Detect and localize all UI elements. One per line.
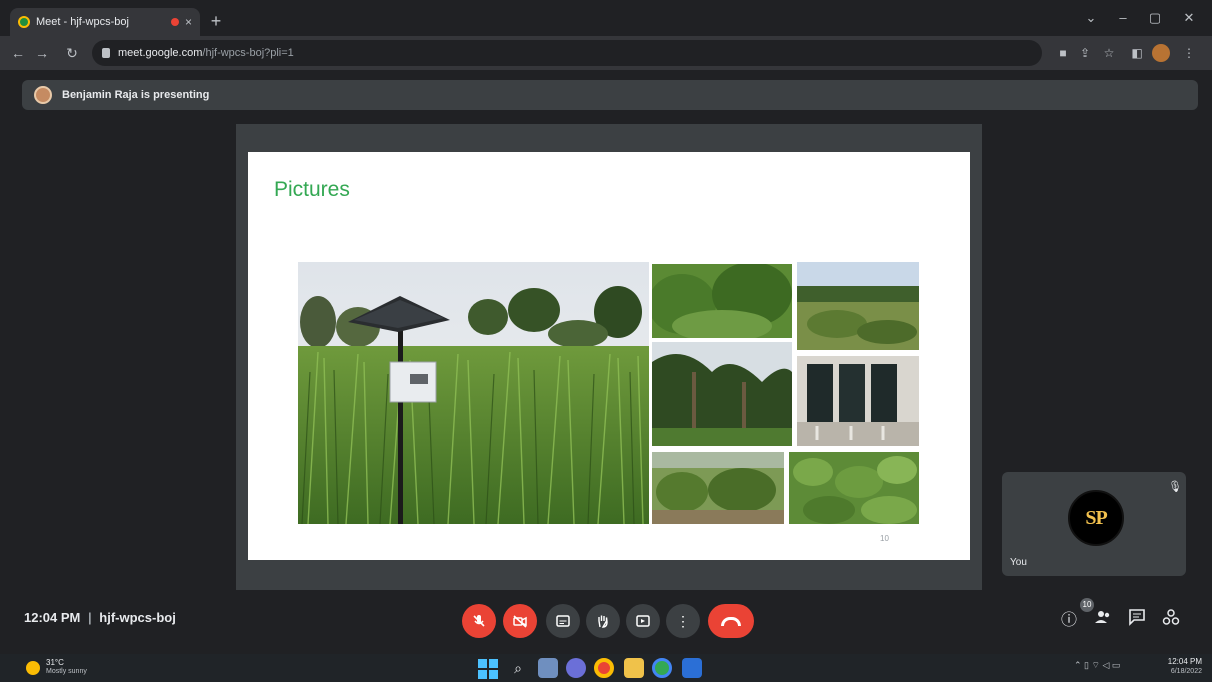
tab-close-button[interactable]: × [185, 15, 192, 29]
chat-button[interactable] [1124, 608, 1150, 634]
reload-button[interactable]: ↻ [62, 43, 82, 63]
photo-coconut-palms [652, 342, 792, 446]
maximize-button[interactable]: ▢ [1140, 6, 1170, 30]
slide-page-number: 10 [880, 534, 889, 543]
present-screen-icon [636, 615, 650, 627]
captions-icon [556, 615, 570, 627]
word-icon[interactable] [682, 658, 702, 678]
leave-call-button[interactable] [708, 604, 754, 638]
minimize-button[interactable]: – [1108, 6, 1138, 30]
photo-field-trees [797, 262, 919, 350]
photo-garden-nursery [652, 452, 784, 524]
mic-off-button[interactable] [462, 604, 496, 638]
url-host: meet.google.com [118, 47, 203, 59]
chrome-icon[interactable] [594, 658, 614, 678]
photo-green-shrubs [652, 264, 792, 338]
meeting-time: 12:04 PM [24, 610, 81, 625]
activities-icon [1162, 609, 1180, 625]
browser-tab[interactable]: Meet - hjf-wpcs-boj × [10, 8, 200, 36]
photo-water-tanks [797, 356, 919, 446]
address-bar[interactable]: meet.google.com /hjf-wpcs-boj?pli=1 [92, 40, 1042, 66]
system-tray-icons[interactable]: ⌃ ▯ ⌔ ◁ ▭ [1074, 660, 1120, 671]
search-icon[interactable]: ⌕ [508, 658, 528, 678]
presenter-avatar [34, 86, 52, 104]
self-mic-muted-icon: 🎙 [1168, 481, 1182, 493]
meeting-info-separator: | [88, 610, 92, 625]
weather-temperature: 31°C [46, 658, 64, 667]
teams-chat-icon[interactable] [566, 658, 586, 678]
windows-start-icon[interactable] [478, 659, 498, 679]
back-button[interactable]: ← [8, 43, 28, 63]
self-tile-label: You [1010, 557, 1027, 568]
tab-search-button[interactable]: ⌄ [1076, 6, 1106, 30]
close-window-button[interactable]: ✕ [1174, 6, 1204, 30]
photo-leafy-crop [789, 452, 919, 524]
present-screen-button[interactable] [626, 604, 660, 638]
file-explorer-icon[interactable] [624, 658, 644, 678]
task-view-icon[interactable] [538, 658, 558, 678]
raise-hand-button[interactable] [586, 604, 620, 638]
chat-icon [1129, 609, 1145, 626]
meeting-info: 12:04 PM | hjf-wpcs-boj [24, 610, 176, 625]
forward-button[interactable]: → [32, 43, 52, 63]
clock-time[interactable]: 12:04 PM [1166, 657, 1202, 666]
people-button[interactable] [1090, 608, 1116, 634]
meet-favicon-icon [18, 16, 30, 28]
meeting-code: hjf-wpcs-boj [99, 610, 176, 625]
slide-title: Pictures [274, 178, 350, 201]
camera-in-use-icon[interactable]: ■ [1054, 44, 1072, 62]
captions-button[interactable] [546, 604, 580, 638]
clock-date[interactable]: 6/18/2022 [1160, 668, 1202, 675]
more-options-button[interactable]: ⋮ [666, 604, 700, 638]
chrome-profile-icon[interactable] [652, 658, 672, 678]
mic-off-icon [473, 615, 485, 627]
weather-sun-icon[interactable] [26, 661, 40, 675]
camera-off-icon [513, 615, 527, 628]
weather-description: Mostly sunny [46, 668, 87, 675]
tab-title: Meet - hjf-wpcs-boj [36, 16, 129, 28]
photo-field-sensor [298, 262, 649, 524]
profile-avatar[interactable] [1152, 44, 1170, 62]
recording-dot-icon [170, 18, 179, 26]
camera-off-button[interactable] [503, 604, 537, 638]
people-icon [1095, 611, 1110, 623]
new-tab-button[interactable]: + [206, 12, 226, 32]
more-vert-icon: ⋮ [676, 612, 690, 629]
lock-icon [102, 48, 110, 58]
presenting-banner: Benjamin Raja is presenting [22, 80, 1198, 110]
share-icon[interactable]: ⇪ [1076, 44, 1094, 62]
browser-menu-icon[interactable]: ⋮ [1180, 44, 1198, 62]
self-avatar: SP [1068, 490, 1124, 546]
presenting-text: Benjamin Raja is presenting [62, 89, 210, 101]
end-call-icon [721, 616, 741, 626]
side-panel-icon[interactable]: ◧ [1128, 44, 1146, 62]
raise-hand-icon [598, 615, 608, 628]
url-path: /hjf-wpcs-boj?pli=1 [202, 47, 294, 59]
meeting-details-button[interactable]: ⓘ [1056, 608, 1082, 634]
activities-button[interactable] [1158, 608, 1184, 634]
people-count-badge: 10 [1080, 598, 1094, 612]
bookmark-star-icon[interactable]: ☆ [1100, 44, 1118, 62]
